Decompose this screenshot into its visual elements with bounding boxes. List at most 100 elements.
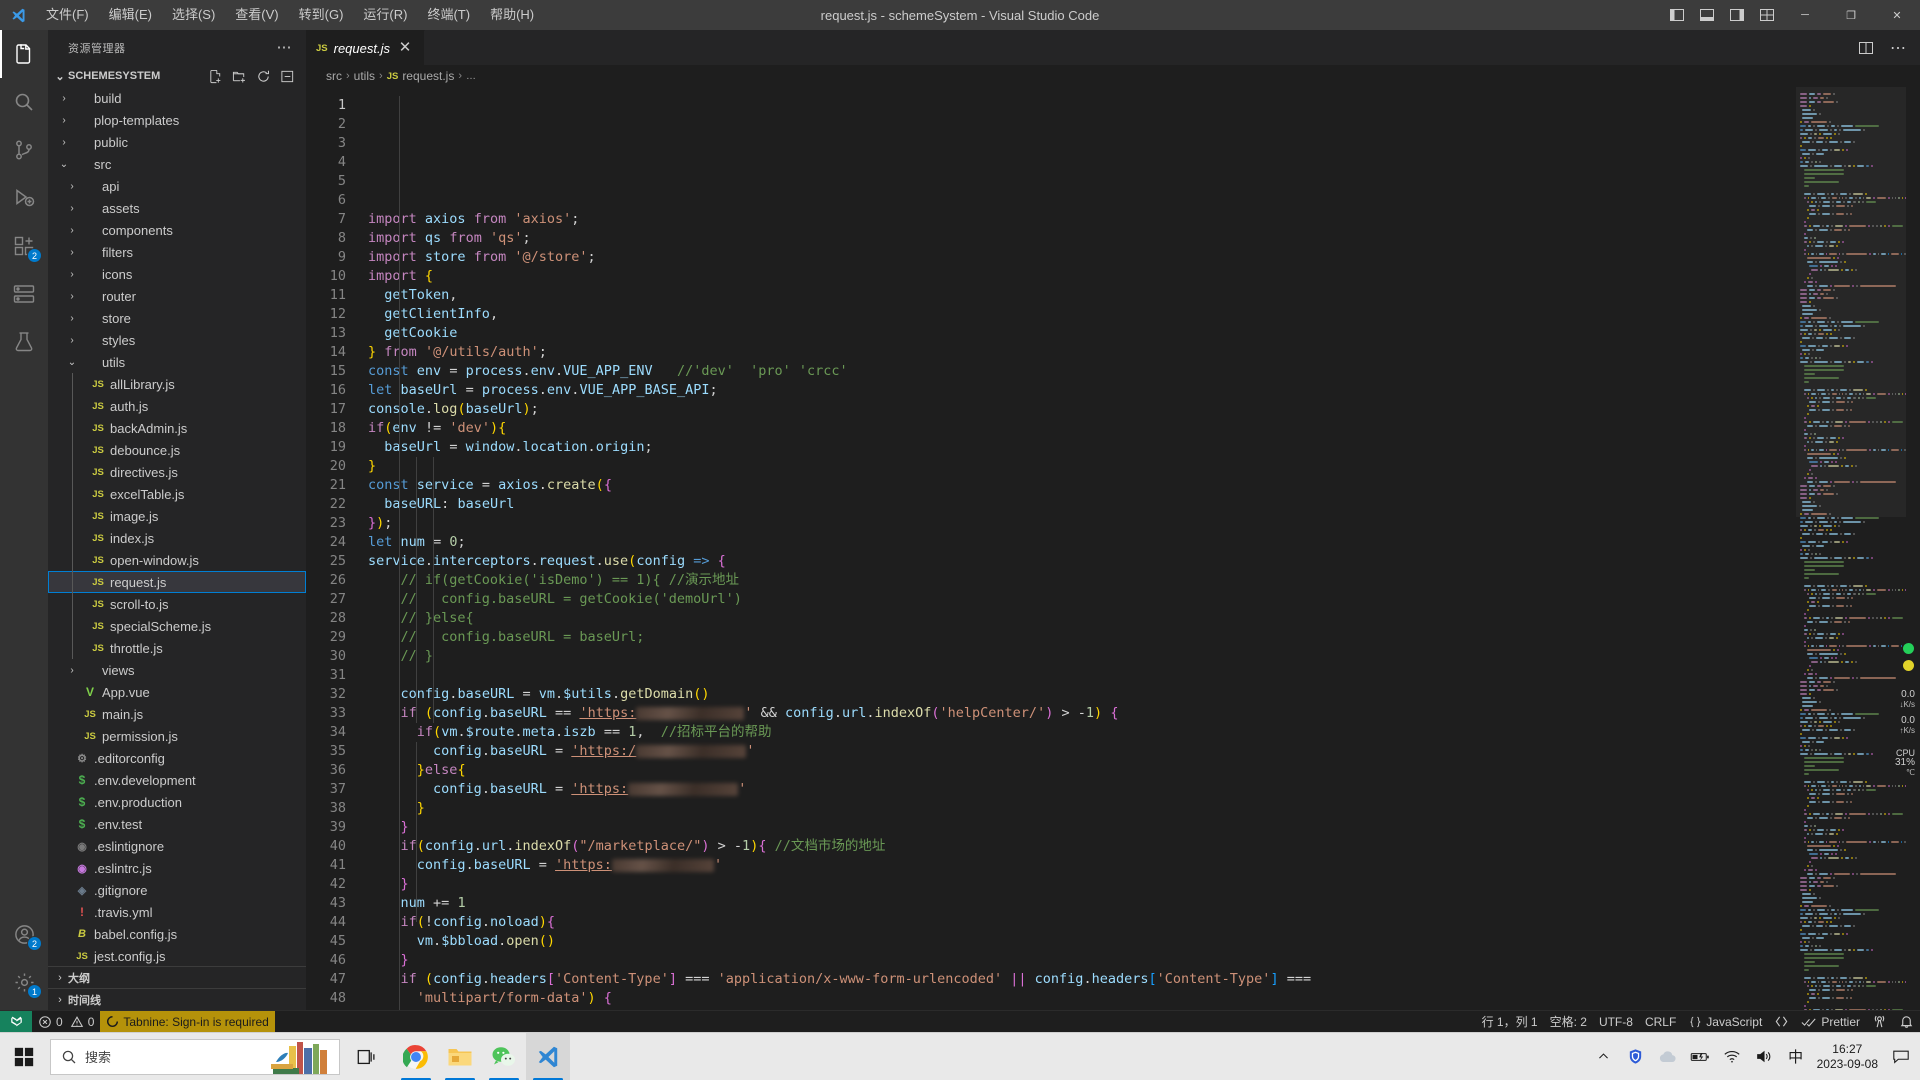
activity-remote-explorer[interactable] — [0, 270, 48, 318]
tree-file-backadmin-js[interactable]: JS backAdmin.js — [48, 417, 306, 439]
taskbar-app-file-explorer[interactable] — [438, 1033, 482, 1080]
tree-file-directives-js[interactable]: JS directives.js — [48, 461, 306, 483]
tree-file-gitignore[interactable]: ◈ .gitignore — [48, 879, 306, 901]
breadcrumb-src[interactable]: src — [326, 69, 342, 83]
split-editor-icon[interactable] — [1852, 30, 1880, 65]
code-line[interactable]: import axios from 'axios'; — [368, 210, 1920, 229]
code-content[interactable]: import axios from 'axios'; import qs from… — [368, 87, 1920, 1010]
tree-file-alllibrary-js[interactable]: JS allLibrary.js — [48, 373, 306, 395]
breadcrumb-file[interactable]: request.js — [402, 69, 454, 83]
code-line[interactable]: let num = 0; — [368, 533, 1920, 552]
file-tree[interactable]: › build › plop-templates › public ⌄ src › api… — [48, 87, 306, 966]
breadcrumb-utils[interactable]: utils — [354, 69, 375, 83]
chevron-right-icon[interactable]: › — [56, 115, 72, 126]
code-line[interactable] — [368, 666, 1920, 685]
tree-file-scroll-to-js[interactable]: JS scroll-to.js — [48, 593, 306, 615]
code-line[interactable]: service.interceptors.request.use(config … — [368, 552, 1920, 571]
code-line[interactable]: baseUrl = window.location.origin; — [368, 438, 1920, 457]
activity-search[interactable] — [0, 78, 48, 126]
menu-selection[interactable]: 选择(S) — [162, 0, 225, 30]
tree-file-env-test[interactable]: $ .env.test — [48, 813, 306, 835]
tree-file-throttle-js[interactable]: JS throttle.js — [48, 637, 306, 659]
chevron-right-icon[interactable]: › — [64, 225, 80, 236]
tree-folder-store[interactable]: › store — [48, 307, 306, 329]
status-prettier[interactable]: Prettier — [1795, 1011, 1866, 1033]
sidebar-more-actions-icon[interactable]: ⋯ — [271, 40, 299, 55]
tree-file-open-window-js[interactable]: JS open-window.js — [48, 549, 306, 571]
tree-file-env-development[interactable]: $ .env.development — [48, 769, 306, 791]
menu-run[interactable]: 运行(R) — [353, 0, 417, 30]
code-line[interactable]: 'multipart/form-data') { — [368, 989, 1920, 1008]
code-line[interactable]: if(config.url.indexOf("/marketplace/") >… — [368, 837, 1920, 856]
activity-source-control[interactable] — [0, 126, 48, 174]
status-tabnine[interactable]: Tabnine: Sign-in is required — [100, 1010, 275, 1033]
more-actions-icon[interactable]: ⋯ — [1884, 30, 1912, 65]
tree-file-image-js[interactable]: JS image.js — [48, 505, 306, 527]
code-line[interactable]: } from '@/utils/auth'; — [368, 343, 1920, 362]
code-line[interactable]: console.log(baseUrl); — [368, 400, 1920, 419]
tree-folder-public[interactable]: › public — [48, 131, 306, 153]
tab-request-js[interactable]: JS request.js ✕ — [306, 30, 425, 65]
menu-file[interactable]: 文件(F) — [36, 0, 99, 30]
code-line[interactable]: config.baseURL = 'https: ' — [368, 856, 1920, 875]
tree-folder-views[interactable]: › views — [48, 659, 306, 681]
code-line[interactable]: getClientInfo, — [368, 305, 1920, 324]
status-cursor-position[interactable]: 行 1，列 1 — [1476, 1011, 1544, 1033]
activity-run-debug[interactable] — [0, 174, 48, 222]
tree-file-exceltable-js[interactable]: JS excelTable.js — [48, 483, 306, 505]
status-notifications[interactable] — [1893, 1011, 1920, 1033]
code-line[interactable]: config.baseURL = 'https: ' — [368, 780, 1920, 799]
tree-file-babel-config-js[interactable]: Bbabel.config.js — [48, 923, 306, 945]
chevron-right-icon[interactable]: › — [64, 665, 80, 676]
status-live-share[interactable] — [1768, 1011, 1795, 1033]
code-line[interactable]: config.baseURL = 'https:/' — [368, 742, 1920, 761]
tree-file-travis-yml[interactable]: ! .travis.yml — [48, 901, 306, 923]
remote-window-icon[interactable] — [0, 1010, 32, 1033]
code-line[interactable]: import store from '@/store'; — [368, 248, 1920, 267]
customize-layout-icon[interactable] — [1752, 0, 1782, 30]
tree-file-jest-config-js[interactable]: JS jest.config.js — [48, 945, 306, 966]
chevron-down-icon[interactable]: ⌄ — [56, 159, 72, 170]
code-line[interactable]: }else{ — [368, 761, 1920, 780]
code-line[interactable]: const env = process.env.VUE_APP_ENV //'d… — [368, 362, 1920, 381]
menu-terminal[interactable]: 终端(T) — [417, 0, 480, 30]
activity-extensions[interactable]: 2 — [0, 222, 48, 270]
code-line[interactable]: getCookie — [368, 324, 1920, 343]
tree-folder-api[interactable]: › api — [48, 175, 306, 197]
breadcrumb[interactable]: src › utils › JS request.js › … — [306, 65, 1920, 87]
chevron-right-icon[interactable]: › — [64, 291, 80, 302]
code-line[interactable]: if (config.headers['Content-Type'] === '… — [368, 970, 1920, 989]
tree-file-index-js[interactable]: JS index.js — [48, 527, 306, 549]
code-editor[interactable]: 1 2 3 4 5 6 7 8 9 10 11 12 13 14 15 16 17 18 19 20 21 22 23 24 2… — [306, 87, 1920, 1010]
ime-icon[interactable]: 中 — [1785, 1046, 1807, 1067]
tree-folder-src[interactable]: ⌄ src — [48, 153, 306, 175]
tree-file-eslintrc-js[interactable]: ◉ .eslintrc.js — [48, 857, 306, 879]
tree-folder-filters[interactable]: › filters — [48, 241, 306, 263]
tree-file-request-js[interactable]: JS request.js — [48, 571, 306, 593]
refresh-icon[interactable] — [252, 65, 274, 87]
code-line[interactable]: } — [368, 875, 1920, 894]
toggle-secondary-sidebar-icon[interactable] — [1722, 0, 1752, 30]
shield-icon[interactable] — [1625, 1048, 1647, 1065]
activity-accounts[interactable]: 2 — [0, 910, 48, 958]
tree-file-main-js[interactable]: JS main.js — [48, 703, 306, 725]
chevron-right-icon[interactable]: › — [64, 269, 80, 280]
window-maximize-button[interactable]: ❐ — [1828, 0, 1874, 30]
battery-icon[interactable] — [1689, 1050, 1711, 1064]
wifi-icon[interactable] — [1721, 1049, 1743, 1064]
code-line[interactable]: const service = axios.create({ — [368, 476, 1920, 495]
status-problems[interactable]: 0 0 — [32, 1011, 100, 1033]
chevron-up-icon[interactable] — [1593, 1050, 1615, 1063]
tree-file-env-production[interactable]: $ .env.production — [48, 791, 306, 813]
collapse-all-icon[interactable] — [276, 65, 298, 87]
activity-settings-gear[interactable]: 1 — [0, 958, 48, 1006]
menu-help[interactable]: 帮助(H) — [480, 0, 544, 30]
tree-file-permission-js[interactable]: JS permission.js — [48, 725, 306, 747]
windows-start-icon[interactable] — [0, 1033, 48, 1080]
code-line[interactable]: if(!config.noload){ — [368, 913, 1920, 932]
chevron-right-icon[interactable]: › — [56, 93, 72, 104]
code-line[interactable]: }); — [368, 514, 1920, 533]
chevron-down-icon[interactable]: ⌄ — [64, 357, 80, 368]
code-line[interactable]: if(env != 'dev'){ — [368, 419, 1920, 438]
code-line[interactable]: baseURL: baseUrl — [368, 495, 1920, 514]
